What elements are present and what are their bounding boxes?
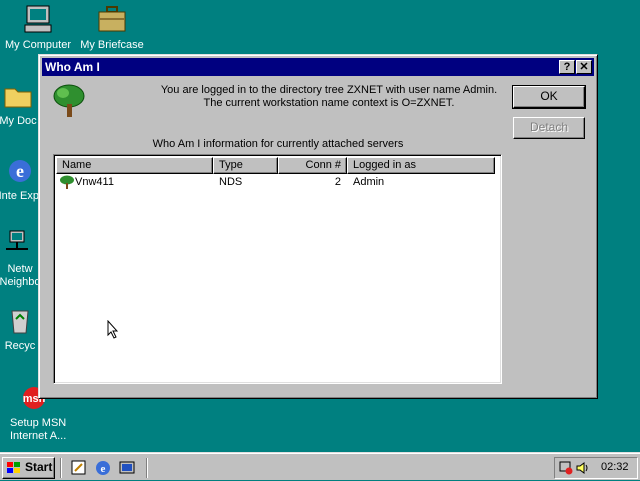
- dialog-title: Who Am I: [45, 60, 100, 74]
- row-conn: 2: [334, 176, 341, 188]
- column-header-conn[interactable]: Conn #: [278, 157, 347, 174]
- who-am-i-dialog: Who Am I ? ✕ You are logged in to the di…: [38, 54, 598, 399]
- message-line-tree: You are logged in to the directory tree …: [160, 84, 498, 96]
- detach-button[interactable]: Detach: [513, 117, 585, 139]
- message-line-context: The current workstation name context is …: [203, 97, 455, 109]
- system-tray: 02:32: [554, 457, 638, 479]
- row-name: Vnw411: [75, 176, 114, 188]
- start-button[interactable]: Start: [2, 457, 55, 479]
- volume-speaker-icon[interactable]: [575, 460, 591, 476]
- network-status-icon[interactable]: [558, 460, 574, 476]
- taskbar-separator: [146, 458, 148, 478]
- folder-icon: [2, 80, 34, 112]
- mouse-cursor-icon: [107, 319, 119, 340]
- servers-list[interactable]: Name Type Conn # Logged in as Vnw411 NDS…: [53, 154, 502, 384]
- column-header-type[interactable]: Type: [213, 157, 278, 174]
- close-button[interactable]: ✕: [576, 60, 592, 74]
- quicklaunch-internet-explorer-icon[interactable]: e: [94, 459, 112, 477]
- desktop-icon-my-computer[interactable]: My Computer: [0, 4, 76, 52]
- desktop-icon-label: My Computer: [4, 39, 72, 51]
- dialog-titlebar[interactable]: Who Am I ? ✕: [42, 58, 594, 76]
- svg-text:e: e: [16, 161, 24, 181]
- svg-text:e: e: [101, 463, 106, 475]
- row-type: NDS: [219, 176, 243, 188]
- column-header-logged-in-as[interactable]: Logged in as: [347, 157, 495, 174]
- briefcase-icon: [96, 4, 128, 36]
- desktop-icon-my-briefcase[interactable]: My Briefcase: [74, 4, 150, 52]
- tree-icon: [52, 83, 86, 119]
- table-row[interactable]: Vnw411 NDS 2 Admin: [56, 175, 496, 190]
- desktop-icon-label: Setup MSN Internet A...: [10, 417, 67, 442]
- ok-button[interactable]: OK: [512, 85, 586, 109]
- login-message: You are logged in to the directory tree …: [119, 84, 539, 110]
- clock[interactable]: 02:32: [601, 461, 629, 473]
- recycle-bin-icon: [4, 305, 36, 337]
- row-logged-in-as: Admin: [353, 176, 385, 188]
- taskbar-separator: [60, 458, 62, 478]
- desktop-icon-label: My Briefcase: [80, 39, 144, 51]
- computer-icon: [22, 4, 54, 36]
- column-header-name[interactable]: Name: [56, 157, 213, 174]
- start-label: Start: [25, 460, 53, 474]
- internet-explorer-icon: e: [4, 155, 36, 187]
- taskbar: Start e 02:32: [0, 452, 640, 480]
- network-icon: [4, 228, 36, 260]
- list-caption: Who Am I information for currently attac…: [152, 138, 404, 150]
- quicklaunch-channels-icon[interactable]: [118, 459, 136, 477]
- quicklaunch-desktop-icon[interactable]: [70, 459, 88, 477]
- help-button[interactable]: ?: [559, 60, 575, 74]
- windows-logo-icon: [6, 461, 22, 475]
- tree-icon: [59, 175, 75, 190]
